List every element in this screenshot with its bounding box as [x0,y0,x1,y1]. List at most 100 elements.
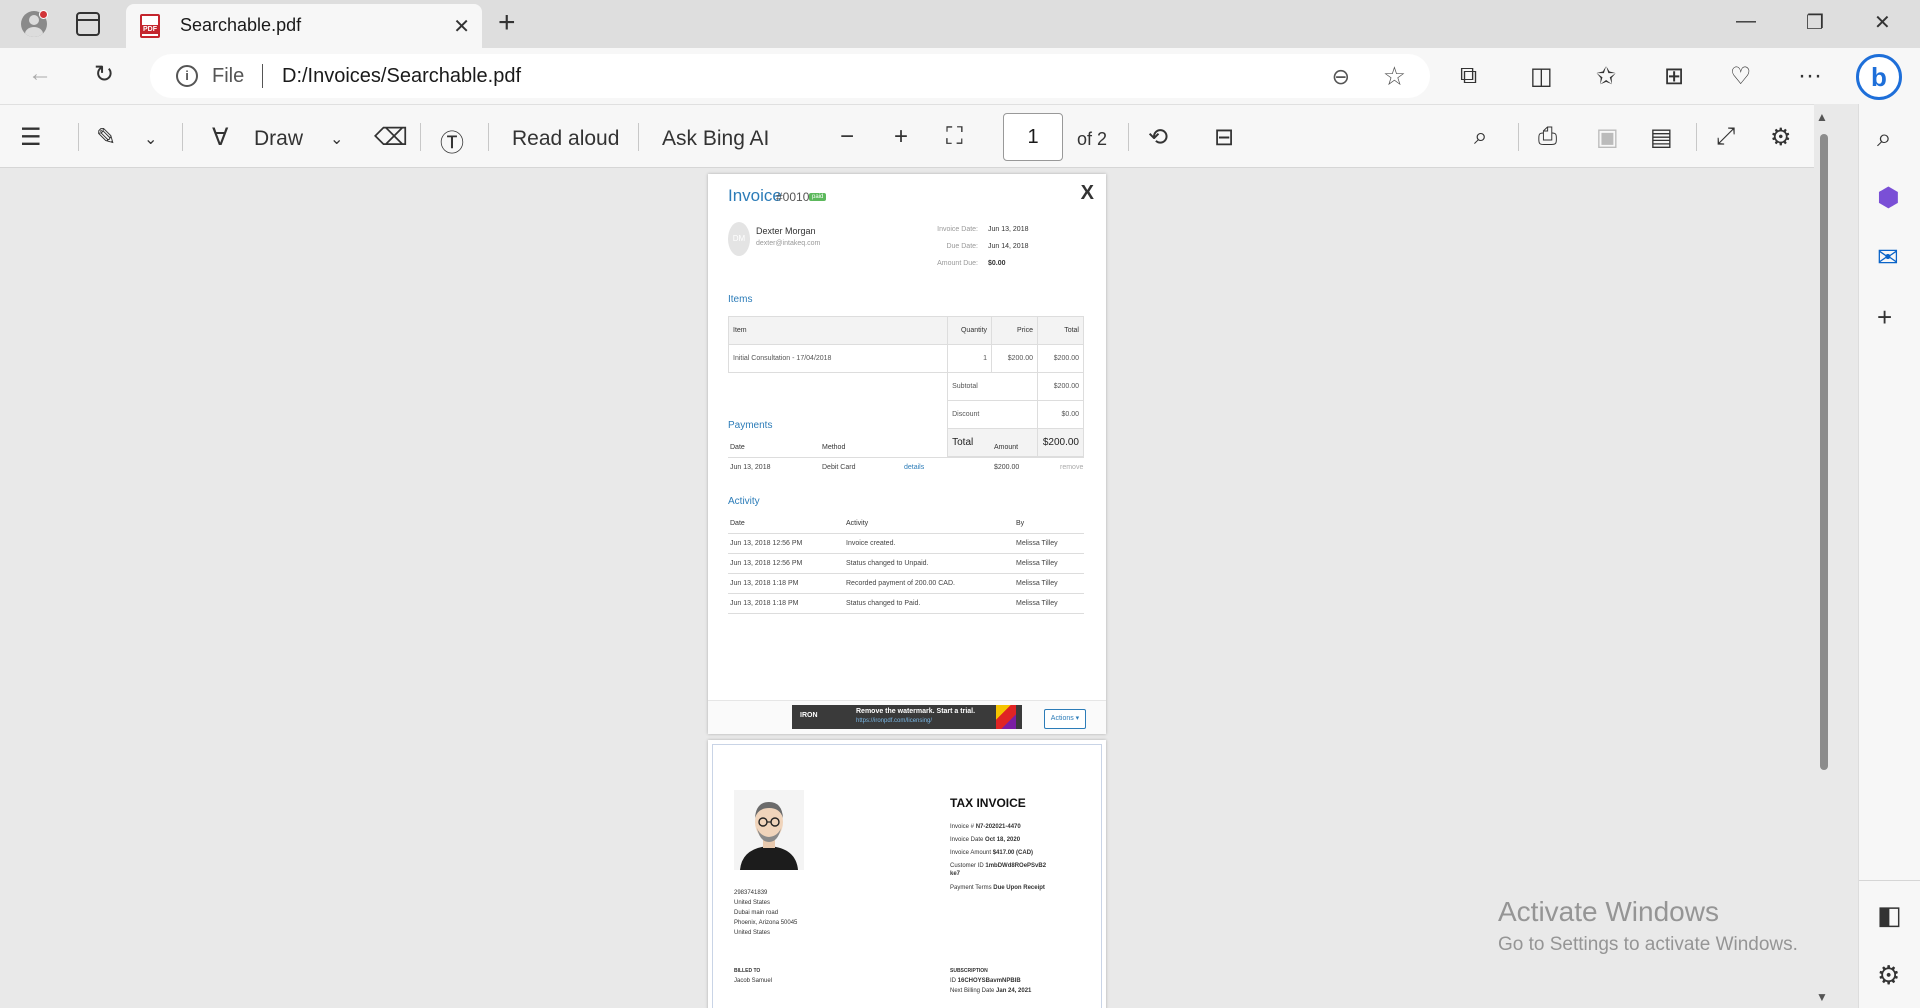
amount-due-value: $0.00 [988,260,1006,267]
page-number-input[interactable]: 1 [1003,113,1063,161]
close-window-button[interactable]: ✕ [1874,10,1891,35]
vertical-scrollbar[interactable]: ▲ ▼ [1816,110,1832,1008]
payments-header-amount: Amount [994,444,1019,451]
draw-icon[interactable]: ∀ [212,123,228,152]
save-as-icon[interactable]: ▤ [1650,123,1673,152]
address-bar[interactable]: i File D:/Invoices/Searchable.pdf ⊖ ☆ [150,54,1430,98]
discount-value: $0.00 [1037,400,1084,429]
toolbar-divider [182,123,183,151]
zoom-out-button[interactable]: − [840,123,854,151]
zoom-in-button[interactable]: + [894,123,908,151]
actions-button[interactable]: Actions ▾ [1044,709,1086,729]
favorite-star-icon[interactable]: ☆ [1383,61,1406,92]
sidebar-copilot-icon[interactable]: ⬢ [1877,182,1900,213]
activity-table: Date Activity By Jun 13, 2018 12:56 PM I… [728,514,1084,614]
search-pdf-icon[interactable]: ⌕ [1474,123,1487,151]
watermark-banner: IRON Remove the watermark. Start a trial… [792,705,1022,729]
sidebar-settings-icon[interactable]: ⚙ [1877,960,1900,991]
add-text-icon[interactable]: Ⓣ [440,123,464,158]
new-tab-button[interactable]: + [498,8,516,38]
info-icon[interactable]: i [176,65,198,87]
draw-button[interactable]: Draw [254,127,303,151]
activate-windows-watermark: Activate Windows Go to Settings to activ… [1498,896,1798,956]
highlight-icon[interactable]: ✎ [96,123,116,152]
tax-invoice-title: TAX INVOICE [950,796,1026,810]
fit-to-page-icon[interactable]: ⛶ [946,123,963,151]
profile-button[interactable] [16,6,52,42]
payments-table: Date Method Amount Jun 13, 2018 Debit Ca… [728,438,1084,478]
title-bar: PDF Searchable.pdf ✕ + — ❐ ✕ [0,0,1920,48]
back-arrow-icon[interactable]: ← [28,60,52,88]
extensions-icon[interactable]: ⧉ [1460,62,1477,90]
activity-header-activity: Activity [846,520,869,527]
browser-essentials-icon[interactable]: ♡ [1730,62,1752,91]
table-row: Jun 13, 2018 12:56 PM Invoice created. M… [728,534,1084,554]
address-line: 2983741839 [734,890,768,896]
subscription-id-value: 16CHOYSBavmNPBIB [957,978,1021,984]
pdf-settings-icon[interactable]: ⚙ [1770,123,1792,152]
ask-bing-ai-button[interactable]: Ask Bing AI [662,127,769,151]
activity-date: Jun 13, 2018 1:18 PM [730,580,799,587]
page-view-icon[interactable]: ⊟ [1214,123,1234,152]
minimize-button[interactable]: — [1736,10,1756,33]
toolbar-divider [488,123,489,151]
draw-dropdown-icon[interactable]: ⌄ [330,129,343,149]
activity-date: Jun 13, 2018 12:56 PM [730,560,803,567]
activity-header-date: Date [730,520,745,527]
activate-windows-subtitle: Go to Settings to activate Windows. [1498,934,1798,955]
toolbar-divider [420,123,421,151]
highlight-dropdown-icon[interactable]: ⌄ [144,129,157,149]
toolbar-divider [1128,123,1129,151]
save-icon[interactable]: ▣ [1596,123,1619,152]
tab-actions-icon[interactable] [76,12,100,36]
contents-list-icon[interactable]: ☰ [20,123,42,152]
billed-to-value: Jacob Samuel [734,978,773,984]
address-line: Phoenix, Arizona 50045 [734,920,798,926]
watermark-link[interactable]: https://ironpdf.com/licensing/ [856,718,932,724]
sidebar-toggle-icon[interactable]: ◧ [1877,900,1902,931]
scroll-up-arrow-icon[interactable]: ▲ [1816,110,1828,124]
billed-to-label: BILLED TO [734,968,761,974]
fullscreen-icon[interactable]: ⤢ [1716,123,1735,151]
rotate-icon[interactable]: ⟲ [1148,123,1168,152]
tab-searchable-pdf[interactable]: PDF Searchable.pdf ✕ [126,4,482,48]
restore-button[interactable]: ❐ [1806,10,1824,35]
url-text[interactable]: D:/Invoices/Searchable.pdf [282,65,521,88]
table-row: Initial Consultation - 17/04/2018 1 $200… [727,344,1084,373]
collections-icon[interactable]: ⊞ [1664,62,1684,91]
table-row: Jun 13, 2018 12:56 PM Status changed to … [728,554,1084,574]
pdf-viewer[interactable]: Invoice #0010 paid X DM Dexter Morgan de… [0,168,1814,1008]
next-billing-value: Jan 24, 2021 [996,988,1032,994]
scroll-thumb[interactable] [1820,134,1828,770]
subscription-id-row: ID 16CHOYSBavmNPBIB [950,978,1021,984]
sidebar-search-icon[interactable]: ⌕ [1877,122,1892,154]
favorites-icon[interactable]: ✩ [1596,62,1616,91]
payment-remove-link[interactable]: remove [1060,464,1083,471]
refresh-icon[interactable]: ↻ [94,60,114,89]
invoice-date-value: Jun 13, 2018 [988,226,1029,233]
payment-terms-label: Payment Terms [950,885,992,891]
watermark-text: Remove the watermark. Start a trial. [856,708,976,715]
activity-heading: Activity [728,496,760,507]
due-date-value: Jun 14, 2018 [988,243,1029,250]
read-aloud-button[interactable]: Read aloud [512,127,619,151]
print-icon[interactable]: ⎙ [1538,123,1557,151]
bing-copilot-icon[interactable]: b [1856,54,1902,100]
sidebar-outlook-icon[interactable]: ✉ [1877,242,1899,273]
activity-by: Melissa Tilley [1016,540,1058,547]
invoice-amount-row: Invoice Amount $417.00 (CAD) [950,850,1033,856]
tab-close-icon[interactable]: ✕ [453,14,470,39]
scroll-down-arrow-icon[interactable]: ▼ [1816,990,1828,1004]
split-screen-icon[interactable]: ◫ [1530,62,1553,91]
payment-details-link[interactable]: details [904,464,924,471]
zoom-out-icon[interactable]: ⊖ [1332,64,1350,90]
more-options-icon[interactable]: ··· [1798,62,1822,90]
toolbar-divider [78,123,79,151]
pdf-toolbar: ☰ ✎ ⌄ ∀ Draw ⌄ ⌫ Ⓣ Read aloud Ask Bing A… [0,104,1814,168]
erase-icon[interactable]: ⌫ [374,123,408,152]
discount-label: Discount [947,400,1038,429]
customer-id-row: Customer ID 1mbDWd8ROePSvB2 [950,863,1046,869]
sidebar-add-icon[interactable]: + [1877,302,1892,333]
customer-id-value-2: ke7 [950,871,961,877]
avatar: DM [728,222,750,256]
